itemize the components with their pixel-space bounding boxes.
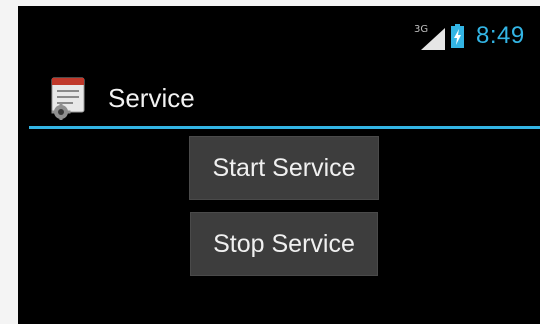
app-title: Service [108, 83, 195, 113]
signal-icon [421, 28, 445, 50]
battery-charging-icon [451, 24, 464, 48]
device-frame: 3G 8:49 Service Start Service Stop Servi… [0, 0, 540, 324]
action-bar: Service [18, 58, 540, 128]
phone-screen: 3G 8:49 Service Start Service Stop Servi… [18, 6, 540, 324]
app-service-icon [51, 77, 85, 120]
stop-service-button[interactable]: Stop Service [190, 212, 378, 276]
status-bar: 3G 8:49 [18, 6, 540, 58]
start-service-button[interactable]: Start Service [189, 136, 379, 200]
action-bar-divider [29, 126, 540, 129]
clock: 8:49 [476, 22, 525, 49]
